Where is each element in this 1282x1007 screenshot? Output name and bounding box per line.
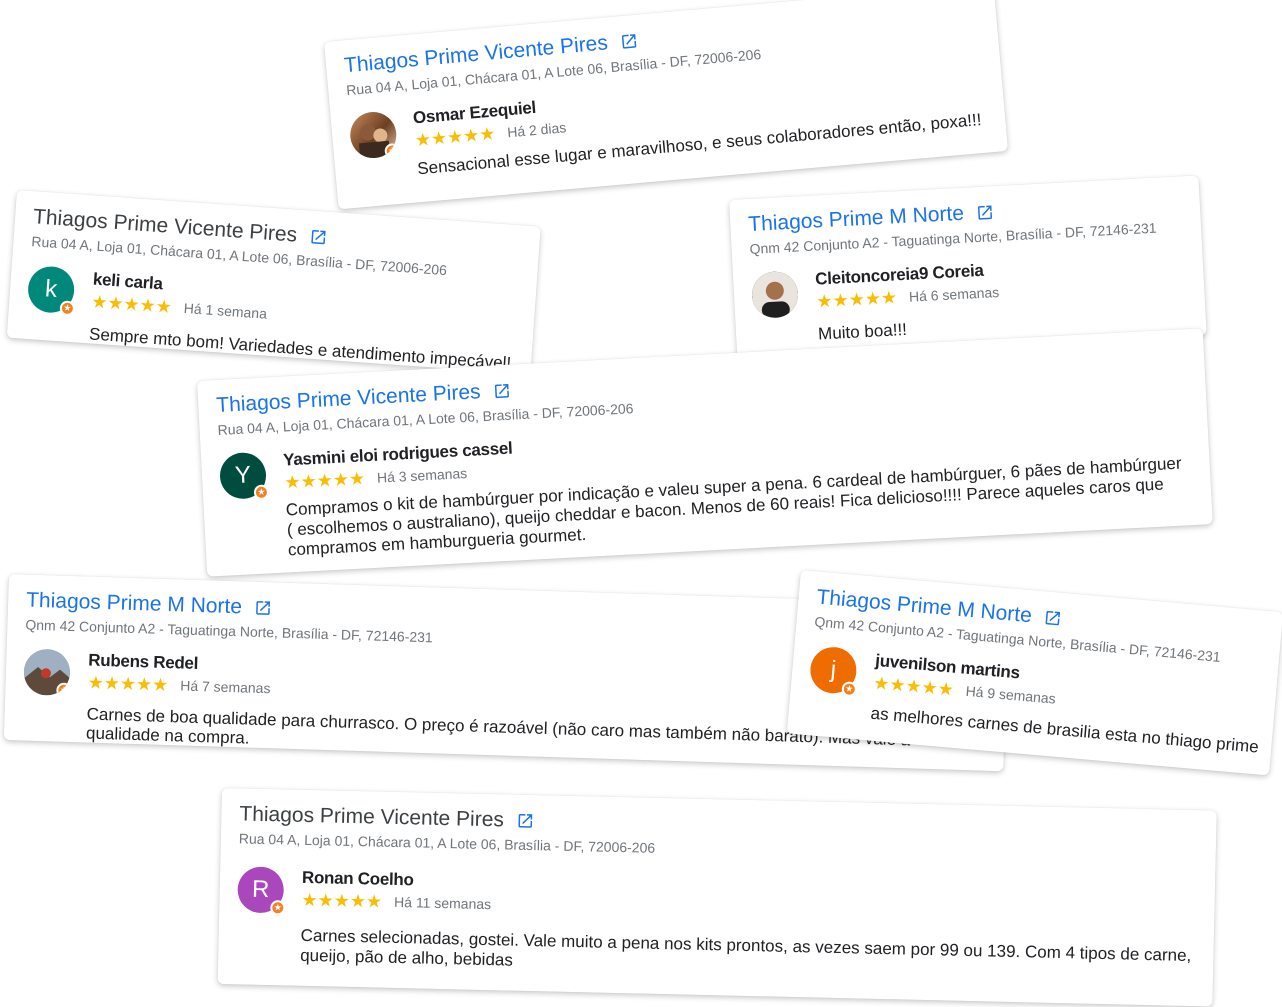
avatar[interactable]: ★ — [348, 110, 399, 160]
local-guide-badge-icon: ★ — [841, 681, 858, 698]
star-rating: ★★★★★ — [815, 287, 898, 312]
review-card: Thiagos Prime Vicente Pires Rua 04 A, Lo… — [324, 0, 1009, 210]
local-guide-badge-icon: ★ — [270, 900, 286, 916]
avatar[interactable]: R ★ — [237, 866, 286, 916]
review-text: Carnes selecionadas, gostei. Vale muito … — [300, 925, 1192, 970]
avatar[interactable] — [750, 270, 800, 319]
local-guide-badge-icon: ★ — [56, 682, 71, 696]
review-time: Há 3 semanas — [376, 464, 468, 486]
star-rating: ★★★★★ — [301, 889, 383, 912]
reviewer-name[interactable]: Ronan Coelho — [302, 868, 492, 892]
business-name[interactable]: Thiagos Prime M Norte — [26, 589, 243, 620]
business-name[interactable]: Thiagos Prime Vicente Pires — [239, 802, 504, 832]
avatar[interactable]: k ★ — [26, 265, 76, 317]
review-time: Há 6 semanas — [908, 283, 1000, 305]
open-in-new-icon[interactable] — [619, 32, 639, 52]
star-rating: ★★★★★ — [872, 672, 955, 700]
open-in-new-icon[interactable] — [516, 812, 534, 830]
open-in-new-icon[interactable] — [492, 382, 511, 401]
review-time: Há 7 semanas — [180, 677, 271, 697]
local-guide-badge-icon: ★ — [59, 300, 76, 317]
review-card: Thiagos Prime Vicente Pires Rua 04 A, Lo… — [217, 788, 1217, 1007]
avatar-photo — [750, 270, 800, 319]
review-time: Há 9 semanas — [965, 682, 1057, 707]
open-in-new-icon[interactable] — [975, 203, 994, 222]
review-card: Thiagos Prime Vicente Pires Rua 04 A, Lo… — [197, 328, 1213, 577]
local-guide-badge-icon: ★ — [384, 142, 399, 160]
avatar-initial: j — [829, 656, 838, 684]
avatar-initial: R — [251, 875, 270, 904]
open-in-new-icon[interactable] — [308, 228, 327, 247]
avatar[interactable]: ★ — [23, 648, 71, 696]
avatar[interactable]: Y ★ — [218, 451, 270, 501]
star-rating: ★★★★★ — [283, 468, 366, 493]
review-time: Há 2 dias — [506, 119, 567, 141]
star-rating: ★★★★★ — [87, 672, 169, 696]
review-time: Há 11 semanas — [393, 893, 492, 913]
open-in-new-icon[interactable] — [254, 599, 273, 618]
avatar-initial: Y — [234, 461, 252, 490]
open-in-new-icon[interactable] — [1043, 608, 1063, 628]
star-rating: ★★★★★ — [414, 123, 497, 151]
review-time: Há 1 semana — [183, 299, 268, 322]
review-card: Thiagos Prime Vicente Pires Rua 04 A, Lo… — [6, 190, 541, 375]
star-rating: ★★★★★ — [90, 291, 173, 318]
avatar[interactable]: j ★ — [808, 645, 859, 698]
local-guide-badge-icon: ★ — [253, 484, 270, 501]
avatar-initial: k — [44, 275, 59, 304]
